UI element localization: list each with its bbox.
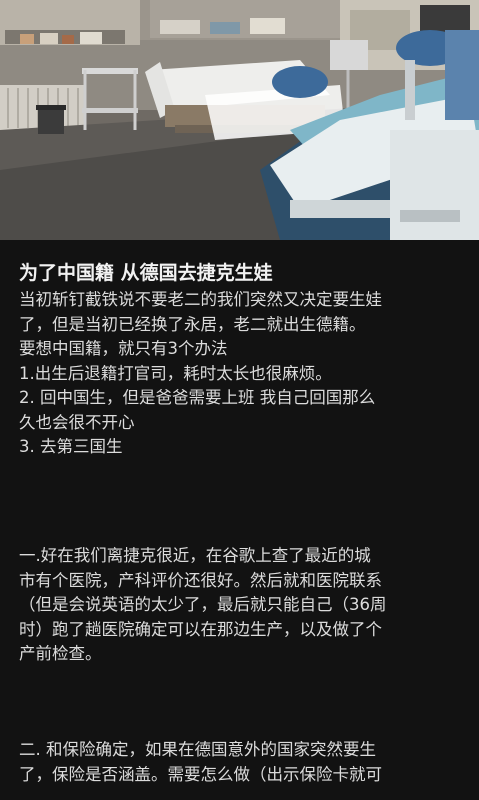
intro-line: 久也会很不开心: [19, 412, 135, 432]
post-content: 为了中国籍 从德国去捷克生娃 当初斩钉截铁说不要老二的我们突然又决定要生娃 了，…: [0, 240, 479, 800]
intro-line: 当初斩钉截铁说不要老二的我们突然又决定要生娃: [19, 290, 382, 309]
section2-line: 二. 和保险确定，如果在德国意外的国家突然要生: [19, 740, 376, 759]
intro-line: 3. 去第三国生: [19, 437, 123, 456]
post-title: 为了中国籍 从德国去捷克生娃: [19, 262, 273, 284]
intro-line: 要想中国籍，就只有3个办法: [19, 339, 228, 358]
section2-line: 了，保险是否涵盖。需要怎么做（出示保险卡就可: [19, 764, 382, 784]
post-intro: 当初斩钉截铁说不要老二的我们突然又决定要生娃 了，但是当初已经换了永居，老二就出…: [19, 288, 464, 460]
hero-photo-delivery-room: [0, 0, 479, 240]
section1-line: 一.好在我们离捷克很近，在谷歌上查了最近的城: [19, 546, 371, 565]
section1-line: 时）跑了趟医院确定可以在那边生产，以及做了个: [19, 619, 382, 639]
post-section-2: 二. 和保险确定，如果在德国意外的国家突然要生 了，保险是否涵盖。需要怎么做（出…: [19, 738, 464, 787]
section1-line: （但是会说英语的太少了，最后就只能自己（36周: [19, 595, 387, 614]
intro-line: 了，但是当初已经换了永居，老二就出生德籍。: [19, 314, 366, 334]
section1-line: 市有个医院，产科评价还很好。然后就和医院联系: [19, 570, 382, 590]
intro-line: 2. 回中国生，但是爸爸需要上班 我自己回国那么: [19, 388, 376, 407]
intro-line: 1.出生后退籍打官司，耗时太长也很麻烦。: [19, 363, 332, 383]
section1-line: 产前检查。: [19, 644, 102, 663]
post-section-1: 一.好在我们离捷克很近，在谷歌上查了最近的城 市有个医院，产科评价还很好。然后就…: [19, 544, 464, 667]
